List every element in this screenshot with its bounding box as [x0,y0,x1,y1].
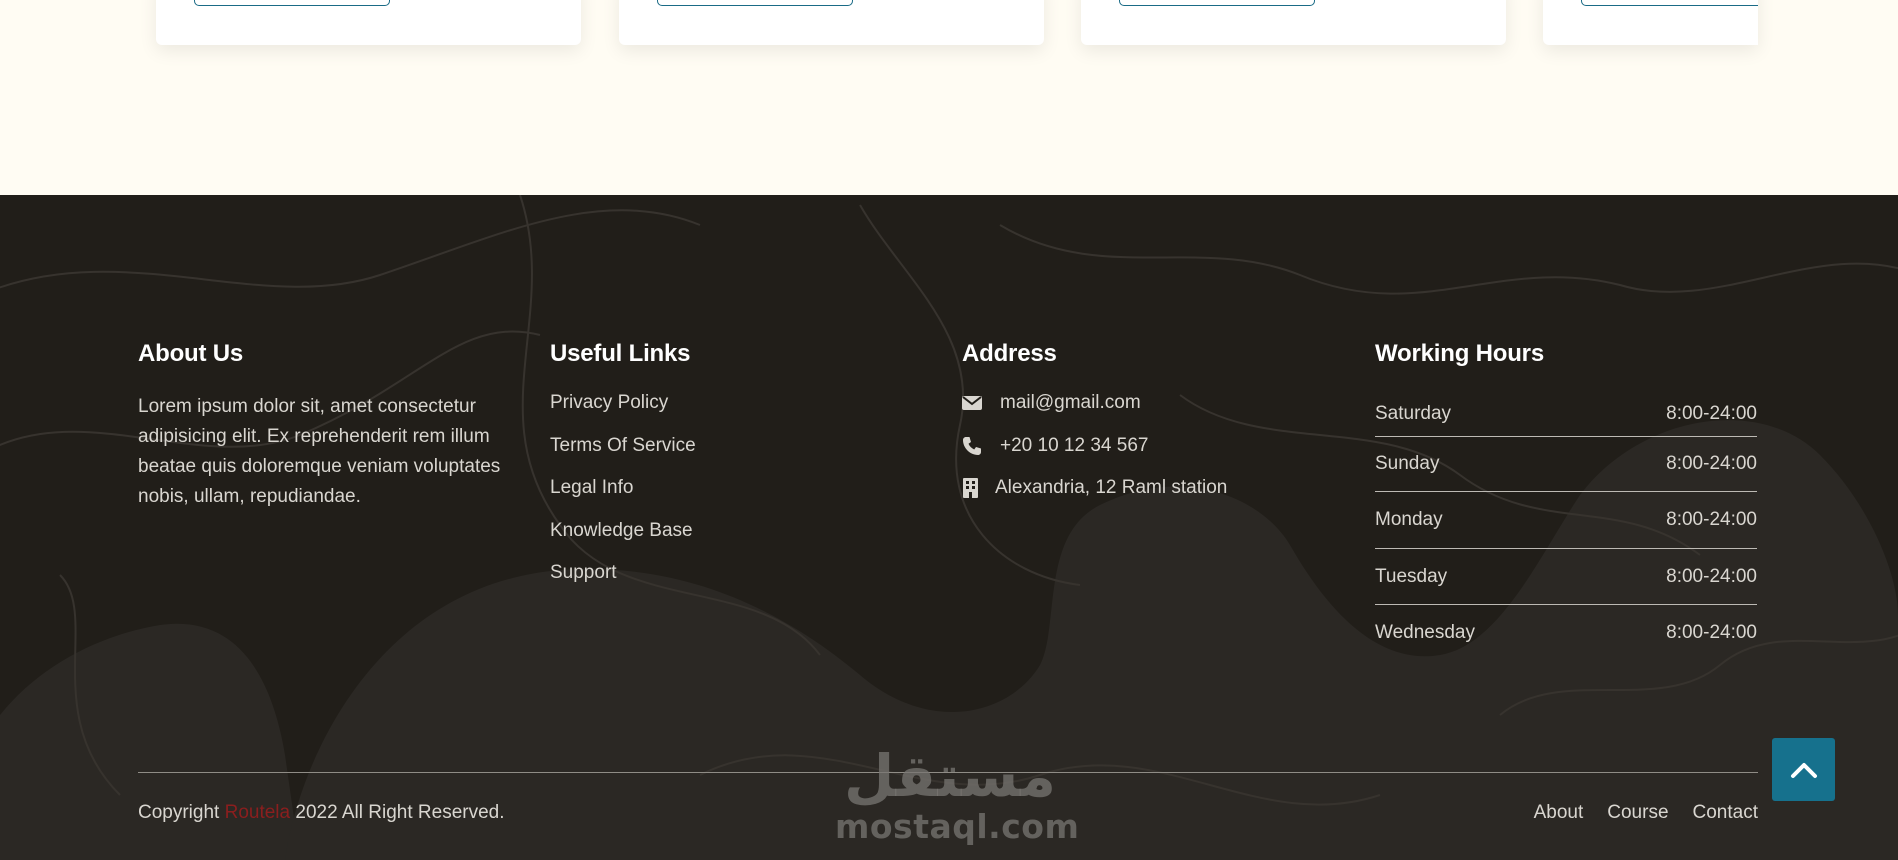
card-button[interactable] [1119,0,1315,6]
hours-time: 8:00-24:00 [1666,403,1757,424]
phone-icon [962,436,982,456]
footer-nav-about[interactable]: About [1534,802,1584,824]
hours-day: Saturday [1375,403,1452,424]
address-location-row: Alexandria, 12 Raml station [962,467,1227,510]
address-email-row: mail@gmail.com [962,382,1227,425]
about-title: About Us [138,340,244,367]
footer-nav: About Course Contact [1534,802,1758,824]
useful-links-column: Useful Links Privacy Policy Terms Of Ser… [550,340,696,605]
courses-section [0,0,1898,195]
course-card [1081,0,1506,45]
hours-row: Saturday 8:00-24:00 [1375,382,1757,437]
link-privacy-policy[interactable]: Privacy Policy [550,392,668,413]
hours-time: 8:00-24:00 [1666,565,1757,587]
working-hours-column: Working Hours Saturday 8:00-24:00 Sunday… [1375,340,1757,660]
chevron-up-icon [1790,762,1817,778]
about-text: Lorem ipsum dolor sit, amet consectetur … [138,396,501,507]
envelope-icon [962,393,982,413]
working-hours-table: Saturday 8:00-24:00 Sunday 8:00-24:00 Mo… [1375,382,1757,660]
scroll-to-top-button[interactable] [1772,738,1835,801]
hours-row: Tuesday 8:00-24:00 [1375,549,1757,605]
hours-time: 8:00-24:00 [1666,453,1757,474]
card-button[interactable] [1581,0,1758,6]
site-footer: About Us Lorem ipsum dolor sit, amet con… [0,195,1898,860]
copyright-suffix: 2022 All Right Reserved. [290,802,505,823]
working-hours-title: Working Hours [1375,340,1544,367]
course-card [1543,0,1758,45]
link-knowledge-base[interactable]: Knowledge Base [550,520,693,541]
hours-row: Sunday 8:00-24:00 [1375,437,1757,492]
address-phone[interactable]: +20 10 12 34 567 [1000,435,1148,457]
useful-links-title: Useful Links [550,340,691,367]
address-column: Address mail@gmail.com +20 10 12 34 567 … [962,340,1227,510]
footer-nav-course[interactable]: Course [1607,802,1668,824]
hours-day: Monday [1375,509,1443,530]
watermark-logo: مستقل mostaql.com [835,742,1080,846]
address-email[interactable]: mail@gmail.com [1000,392,1141,414]
footer-nav-contact[interactable]: Contact [1693,802,1758,824]
hours-day: Tuesday [1375,565,1448,587]
course-card [619,0,1044,45]
hours-time: 8:00-24:00 [1666,509,1757,530]
useful-links-list: Privacy Policy Terms Of Service Legal In… [550,392,696,605]
hours-time: 8:00-24:00 [1666,621,1757,643]
hours-row: Wednesday 8:00-24:00 [1375,605,1757,660]
link-legal-info[interactable]: Legal Info [550,477,633,498]
link-support[interactable]: Support [550,562,617,583]
copyright-text: Copyright Routela 2022 All Right Reserve… [138,802,505,824]
address-location: Alexandria, 12 Raml station [995,477,1228,499]
link-terms-of-service[interactable]: Terms Of Service [550,435,696,456]
address-title: Address [962,340,1057,367]
copyright-brand[interactable]: Routela [225,802,291,823]
hours-row: Monday 8:00-24:00 [1375,492,1757,549]
hours-day: Wednesday [1375,621,1475,643]
building-icon [962,478,978,499]
card-button[interactable] [194,0,390,6]
hours-day: Sunday [1375,453,1440,474]
about-column: About Us Lorem ipsum dolor sit, amet con… [138,340,528,512]
course-card [156,0,581,45]
card-button[interactable] [657,0,853,6]
address-phone-row: +20 10 12 34 567 [962,425,1227,468]
watermark-latin: mostaql.com [835,807,1080,846]
watermark-arabic: مستقل [843,742,1057,810]
copyright-prefix: Copyright [138,802,225,823]
